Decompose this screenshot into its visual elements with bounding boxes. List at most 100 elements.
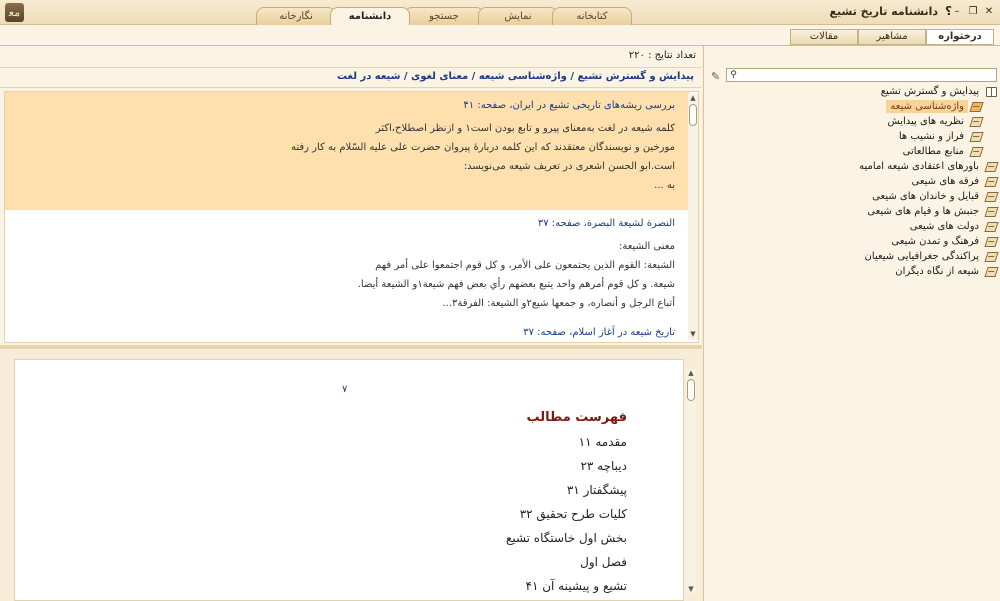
- tab-articles[interactable]: مقالات: [790, 29, 858, 45]
- breadcrumb-path[interactable]: پیدایش و گسترش تشیع / واژه‌شناسی شیعه / …: [337, 71, 694, 82]
- tree-item-label: دولت های شیعی: [909, 221, 979, 232]
- tree-search-input[interactable]: ⚲: [726, 68, 997, 82]
- tree-item[interactable]: دولت های شیعی: [707, 219, 999, 234]
- tree-item-label: پیدایش و گسترش تشیع: [880, 86, 979, 97]
- tree-item[interactable]: شیعه از نگاه دیگران: [707, 264, 999, 279]
- results-scrollbar[interactable]: ▲ ▼: [688, 94, 698, 340]
- app-logo: ﻣﻌ: [5, 3, 24, 22]
- leaf-icon: [984, 221, 999, 232]
- tree-item-label: باورهای اعتقادی شیعه امامیه: [859, 161, 979, 172]
- search-icon[interactable]: ⚲: [728, 69, 739, 81]
- scrollbar-thumb[interactable]: [689, 104, 697, 126]
- tree-item[interactable]: فرقه های شیعی: [707, 174, 999, 189]
- tree-item-label: منابع مطالعاتی: [902, 146, 964, 157]
- topic-tree: پیدایش و گسترش تشیع واژه‌شناسی شیعه نظریه …: [707, 84, 999, 279]
- result-snippet-line: معنی الشیعة:: [618, 241, 675, 252]
- result-snippet-line: به ...: [654, 180, 675, 191]
- tree-item-label: جنبش ها و قیام های شیعی: [867, 206, 979, 217]
- tree-item[interactable]: فراز و نشیب ها: [707, 129, 997, 144]
- document-page: ۷ فهرست مطالب مقدمه ۱۱ دیباچه ۲۳ پیشگفتا…: [14, 359, 684, 601]
- leaf-icon: [969, 116, 984, 127]
- tree-pane: ✎ ⚲ پیدایش و گسترش تشیع واژه‌شناسی شیعه نظ…: [703, 46, 1000, 601]
- tree-item[interactable]: منابع مطالعاتی: [707, 144, 997, 159]
- result-title[interactable]: بررسی ریشه‌های تاریخی تشیع در ایران، صفح…: [11, 100, 675, 111]
- result-snippet-line: أتباع الرجل و أنصاره، و جمعها شیع۲و الشی…: [442, 298, 675, 309]
- toc-item[interactable]: دیباچه ۲۳: [506, 454, 627, 478]
- leaf-icon: [984, 161, 999, 172]
- toc-item[interactable]: کلیات طرح تحقیق ۳۲: [506, 502, 627, 526]
- document-scrollbar[interactable]: ▲ ▼: [686, 369, 696, 595]
- toc-item[interactable]: پیشگفتار ۳۱: [506, 478, 627, 502]
- tree-item[interactable]: فرهنگ و تمدن شیعی: [707, 234, 999, 249]
- tree-item-label: فرهنگ و تمدن شیعی: [891, 236, 979, 247]
- leaf-icon: [984, 236, 999, 247]
- restore-button[interactable]: ❐: [966, 5, 980, 19]
- tree-item[interactable]: قبایل و خاندان های شیعی: [707, 189, 999, 204]
- tab-gallery[interactable]: نگارخانه: [256, 7, 336, 25]
- tab-view[interactable]: نمایش: [478, 7, 558, 25]
- leaf-icon: [984, 251, 999, 262]
- result-snippet-line: است.ابو الحسن اشعری در تعریف شیعه می‌نوی…: [463, 161, 675, 172]
- scrollbar-thumb[interactable]: [687, 379, 695, 401]
- leaf-icon: [984, 266, 999, 277]
- result-title[interactable]: النصرة لشیعة البصرة، صفحه: ۳۷: [11, 218, 675, 229]
- tab-encyclopedia[interactable]: دانشنامه: [330, 7, 410, 25]
- scroll-down-icon[interactable]: ▼: [686, 585, 696, 593]
- tab-notables[interactable]: مشاهیر: [858, 29, 926, 45]
- leaf-icon: [969, 146, 984, 157]
- tab-library[interactable]: کتابخانه: [552, 7, 632, 25]
- breadcrumb: پیدایش و گسترش تشیع / واژه‌شناسی شیعه / …: [0, 67, 702, 88]
- tree-item-label: واژه‌شناسی شیعه: [886, 100, 968, 113]
- tree-item-label: فرقه های شیعی: [911, 176, 980, 187]
- tree-item[interactable]: واژه‌شناسی شیعه: [707, 99, 997, 114]
- toc-item[interactable]: تشیع و پیشینه آن ۴۱: [506, 574, 627, 598]
- tree-item[interactable]: نظریه های پیدایش: [707, 114, 997, 129]
- window-title: دانشنامه تاریخ تشیع: [829, 5, 938, 18]
- scroll-up-icon[interactable]: ▲: [686, 369, 696, 377]
- open-book-icon: [986, 86, 997, 97]
- toc-title: فهرست مطالب: [526, 410, 628, 425]
- tree-item-label: نظریه های پیدایش: [887, 116, 964, 127]
- toc-item[interactable]: فصل اول: [506, 550, 627, 574]
- side-tabs: درختواره مشاهیر مقالات: [790, 29, 994, 45]
- title-bar: ﻣﻌ نگارخانه دانشنامه جستجو نمایش کتابخان…: [0, 0, 1000, 25]
- tree-item[interactable]: پراکندگی جغرافیایی شیعیان: [707, 249, 999, 264]
- scroll-down-icon[interactable]: ▼: [688, 330, 698, 338]
- minimize-button[interactable]: –: [950, 5, 964, 19]
- tree-item-label: فراز و نشیب ها: [898, 131, 964, 142]
- content-pane: تعداد نتایج : ۲۲۰ پیدایش و گسترش تشیع / …: [0, 46, 702, 601]
- toc-item[interactable]: بخش اول خاستگاه تشیع: [506, 526, 627, 550]
- tree-item-label: قبایل و خاندان های شیعی: [872, 191, 979, 202]
- result-item[interactable]: بررسی ریشه‌های تاریخی تشیع در ایران، صفح…: [5, 92, 689, 210]
- result-title[interactable]: تاریخ شیعه در آغاز اسلام، صفحه: ۳۷: [11, 327, 675, 338]
- leaf-icon: [984, 191, 999, 202]
- tab-search[interactable]: جستجو: [404, 7, 484, 25]
- leaf-icon: [984, 176, 999, 187]
- result-item[interactable]: تاریخ شیعه در آغاز اسلام، صفحه: ۳۷: [5, 319, 689, 342]
- result-count: تعداد نتایج : ۲۲۰: [628, 50, 696, 61]
- leaf-icon: [969, 131, 984, 142]
- tools-icon[interactable]: ✎: [711, 70, 720, 83]
- leaf-icon: [984, 206, 999, 217]
- window-controls: – ❐ ✕: [950, 5, 996, 19]
- tab-tree[interactable]: درختواره: [926, 29, 994, 45]
- side-tab-bar: درختواره مشاهیر مقالات: [0, 25, 1000, 46]
- tree-item[interactable]: باورهای اعتقادی شیعه امامیه: [707, 159, 999, 174]
- result-snippet-line: الشیعة: القوم الذین یجتمعون علی الأمر، و…: [375, 260, 675, 271]
- leaf-icon: [969, 101, 984, 112]
- scroll-up-icon[interactable]: ▲: [688, 94, 698, 102]
- result-snippet-line: شیعة. و کل قوم أمرهم واحد یتبع بعضهم رأي…: [357, 279, 675, 290]
- result-snippet-line: مورخین و نویسندگان معتقدند که این کلمه د…: [291, 142, 675, 153]
- document-viewer: ۷ فهرست مطالب مقدمه ۱۱ دیباچه ۲۳ پیشگفتا…: [0, 349, 702, 601]
- close-button[interactable]: ✕: [982, 5, 996, 19]
- result-snippet-line: کلمه شیعه در لغت به‌معنای پیرو و تابع بو…: [375, 123, 675, 134]
- search-results: بررسی ریشه‌های تاریخی تشیع در ایران، صفح…: [4, 91, 699, 343]
- main-tabs: نگارخانه دانشنامه جستجو نمایش کتابخانه: [256, 7, 632, 25]
- tree-item-label: شیعه از نگاه دیگران: [895, 266, 979, 277]
- toc-item[interactable]: مقدمه ۱۱: [506, 430, 627, 454]
- table-of-contents: فهرست مطالب مقدمه ۱۱ دیباچه ۲۳ پیشگفتار …: [506, 410, 627, 598]
- tree-item[interactable]: جنبش ها و قیام های شیعی: [707, 204, 999, 219]
- tree-item[interactable]: پیدایش و گسترش تشیع: [707, 84, 997, 99]
- result-item[interactable]: النصرة لشیعة البصرة، صفحه: ۳۷ معنی الشیع…: [5, 210, 689, 319]
- tree-item-label: پراکندگی جغرافیایی شیعیان: [864, 251, 979, 262]
